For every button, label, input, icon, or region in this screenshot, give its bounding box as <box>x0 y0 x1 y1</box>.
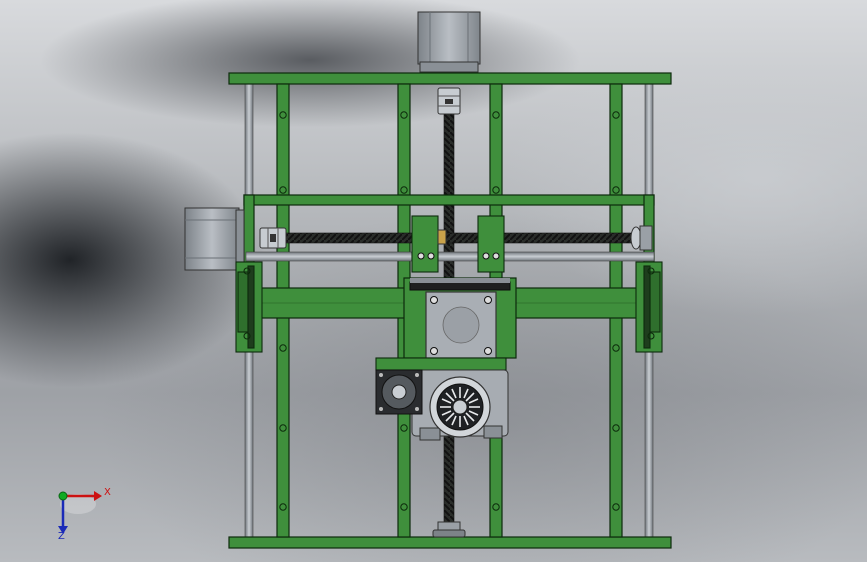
printer-frame-model[interactable] <box>0 0 867 562</box>
carriage-clamp-left[interactable] <box>411 215 439 273</box>
top-shaft-coupler[interactable] <box>437 87 461 115</box>
z-axis-label: Z <box>58 531 65 542</box>
x-smooth-rod[interactable] <box>245 251 655 262</box>
y-axis-dot <box>58 491 68 501</box>
x-screw-end-bearing[interactable] <box>630 225 653 251</box>
large-radial-fan[interactable] <box>429 376 491 438</box>
x-axis-label: X <box>104 487 111 498</box>
small-cooling-fan[interactable] <box>375 369 423 415</box>
lead-nut[interactable] <box>437 229 447 245</box>
left-idler-assembly[interactable] <box>235 261 263 353</box>
top-stepper-motor[interactable] <box>417 11 481 73</box>
top-frame-bar[interactable] <box>228 72 672 85</box>
bottom-screw-mount[interactable] <box>432 521 466 538</box>
extruder-stepper-motor[interactable] <box>425 291 497 359</box>
right-idler-assembly[interactable] <box>635 261 663 353</box>
left-stepper-motor[interactable] <box>184 207 245 271</box>
bottom-frame-bar[interactable] <box>228 536 672 549</box>
carriage-clamp-right[interactable] <box>477 215 505 273</box>
view-orientation-triad[interactable]: X Z <box>50 482 120 546</box>
x-lead-screw[interactable] <box>261 232 641 244</box>
x-shaft-coupler[interactable] <box>259 227 287 249</box>
graphics-viewport[interactable]: X Z <box>0 0 867 562</box>
